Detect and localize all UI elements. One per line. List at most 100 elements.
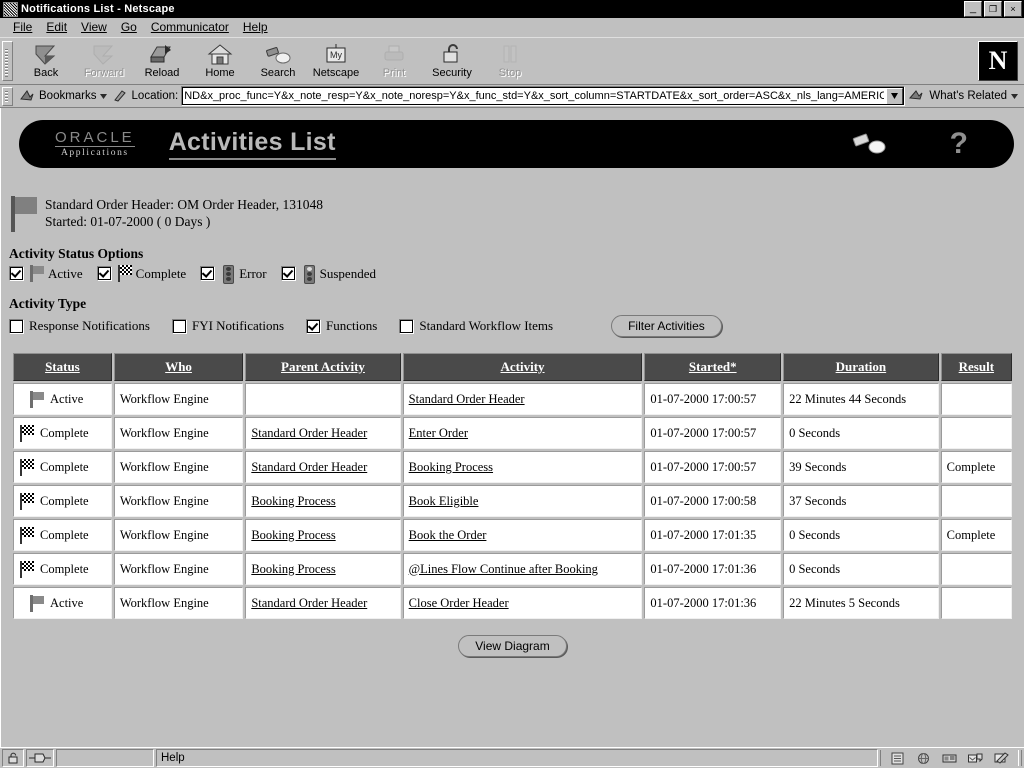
status-text: Complete [40, 459, 89, 474]
column-header-result[interactable]: Result [940, 353, 1012, 381]
activity-status-options-title: Activity Status Options [9, 246, 144, 261]
cell-status: Complete [13, 451, 112, 483]
location-grip-handle[interactable] [2, 86, 13, 106]
cell-started: 01-07-2000 17:01:36 [644, 587, 782, 619]
cell-activity: @Lines Flow Continue after Booking [402, 553, 643, 585]
netscape-window-icon [3, 1, 18, 17]
type-option-standard-workflow-items[interactable]: Standard Workflow Items [399, 318, 553, 334]
cell-result [940, 383, 1012, 415]
composer-icon[interactable] [993, 751, 1010, 765]
menu-edit[interactable]: Edit [39, 19, 74, 35]
close-button[interactable]: × [1004, 1, 1022, 17]
cell-duration: 0 Seconds [783, 519, 939, 551]
question-mark-icon[interactable]: ? [950, 129, 968, 159]
menu-go[interactable]: Go [114, 19, 144, 35]
column-header-duration[interactable]: Duration [783, 353, 939, 381]
url-dropdown-button[interactable] [886, 87, 904, 105]
connection-indicator[interactable] [26, 749, 54, 767]
netscape-logo-button[interactable]: N [978, 41, 1018, 81]
parent-activity-link[interactable]: Standard Order Header [251, 426, 367, 440]
reload-button[interactable]: Reload [133, 43, 191, 79]
stop-button[interactable]: Stop [481, 43, 539, 79]
table-header-row: Status Who Parent Activity Activity Star… [13, 353, 1012, 381]
type-standard-workflow-items-label: Standard Workflow Items [419, 318, 554, 333]
status-text: Complete [40, 493, 89, 508]
parent-activity-link[interactable]: Standard Order Header [251, 596, 367, 610]
whats-related-button[interactable]: What's Related [909, 89, 1024, 103]
order-header-text: Standard Order Header: OM Order Header, … [45, 196, 323, 230]
type-standard-workflow-items-checkbox[interactable] [399, 318, 415, 334]
type-option-functions[interactable]: Functions [306, 318, 377, 334]
parent-activity-link[interactable]: Standard Order Header [251, 460, 367, 474]
forward-button[interactable]: Forward [75, 43, 133, 79]
security-button[interactable]: Security [423, 43, 481, 79]
cell-status: Complete [13, 417, 112, 449]
search-button[interactable]: Search [249, 43, 307, 79]
status-complete-checkbox[interactable] [96, 266, 112, 281]
activity-link[interactable]: Standard Order Header [409, 392, 525, 406]
activity-link[interactable]: Close Order Header [409, 596, 509, 610]
menu-communicator[interactable]: Communicator [144, 19, 236, 35]
restore-button[interactable]: ❐ [984, 1, 1002, 17]
type-response-notifications-checkbox[interactable] [9, 318, 24, 334]
menu-file[interactable]: File [6, 19, 39, 35]
type-option-fyi-notifications[interactable]: FYI Notifications [171, 318, 284, 334]
print-button[interactable]: Print [365, 43, 423, 79]
filter-activities-button[interactable]: Filter Activities [611, 315, 722, 337]
address-book-icon[interactable] [967, 751, 984, 765]
table-row: Complete Workflow Engine Booking Process… [13, 485, 1012, 517]
column-header-activity[interactable]: Activity [402, 353, 643, 381]
status-option-active[interactable]: Active [9, 265, 83, 282]
reload-button-label: Reload [144, 67, 180, 79]
status-suspended-label: Suspended [319, 265, 376, 281]
bookmark-icon [20, 90, 34, 101]
parent-activity-link[interactable]: Booking Process [251, 494, 335, 508]
url-field-wrapper[interactable] [181, 86, 906, 106]
parent-activity-link[interactable]: Booking Process [251, 562, 335, 576]
activity-link[interactable]: Book Eligible [409, 494, 479, 508]
back-button[interactable]: Back [17, 43, 75, 79]
column-header-who[interactable]: Who [113, 353, 244, 381]
status-error-checkbox[interactable] [200, 266, 216, 281]
order-header-line2: Started: 01-07-2000 ( 0 Days ) [45, 214, 211, 229]
cell-activity: Close Order Header [402, 587, 643, 619]
newsgroups-icon[interactable] [941, 751, 958, 765]
home-button[interactable]: Home [191, 43, 249, 79]
status-option-suspended[interactable]: Suspended [280, 265, 376, 284]
type-functions-checkbox[interactable] [306, 318, 322, 334]
type-fyi-notifications-checkbox[interactable] [171, 318, 187, 334]
column-header-parent-activity[interactable]: Parent Activity [245, 353, 401, 381]
column-header-started[interactable]: Started* [644, 353, 782, 381]
my-netscape-button[interactable]: My Netscape [307, 43, 365, 79]
column-header-status[interactable]: Status [13, 353, 112, 381]
cell-duration: 39 Seconds [783, 451, 939, 483]
status-option-complete[interactable]: Complete [96, 265, 186, 282]
activity-link[interactable]: Booking Process [409, 460, 493, 474]
status-option-error[interactable]: Error [200, 265, 267, 284]
navigator-icon[interactable] [889, 751, 906, 765]
url-input[interactable] [182, 89, 887, 103]
activity-link[interactable]: Enter Order [409, 426, 468, 440]
menu-help[interactable]: Help [236, 19, 275, 35]
flashlight-icon[interactable] [852, 131, 890, 157]
cell-status: Complete [13, 519, 112, 551]
status-suspended-checkbox[interactable] [280, 266, 296, 281]
parent-activity-link[interactable]: Booking Process [251, 528, 335, 542]
minimize-button[interactable]: _ [964, 1, 982, 17]
mailbox-icon[interactable] [915, 751, 932, 765]
menu-view[interactable]: View [74, 19, 114, 35]
cell-duration: 22 Minutes 44 Seconds [783, 383, 939, 415]
toolbar-grip-handle[interactable] [2, 41, 13, 81]
cell-activity: Booking Process [402, 451, 643, 483]
column-header-started-label: Started* [688, 359, 737, 374]
activity-link[interactable]: @Lines Flow Continue after Booking [409, 562, 598, 576]
bookmarks-button[interactable]: Bookmarks [17, 89, 113, 103]
status-active-checkbox[interactable] [9, 266, 24, 281]
type-option-response-notifications[interactable]: Response Notifications [9, 318, 150, 334]
my-netscape-button-label: Netscape [312, 67, 360, 79]
cell-activity: Enter Order [402, 417, 643, 449]
view-diagram-button[interactable]: View Diagram [458, 635, 567, 657]
cell-duration: 37 Seconds [783, 485, 939, 517]
security-lock-indicator[interactable] [2, 749, 24, 767]
activity-link[interactable]: Book the Order [409, 528, 487, 542]
